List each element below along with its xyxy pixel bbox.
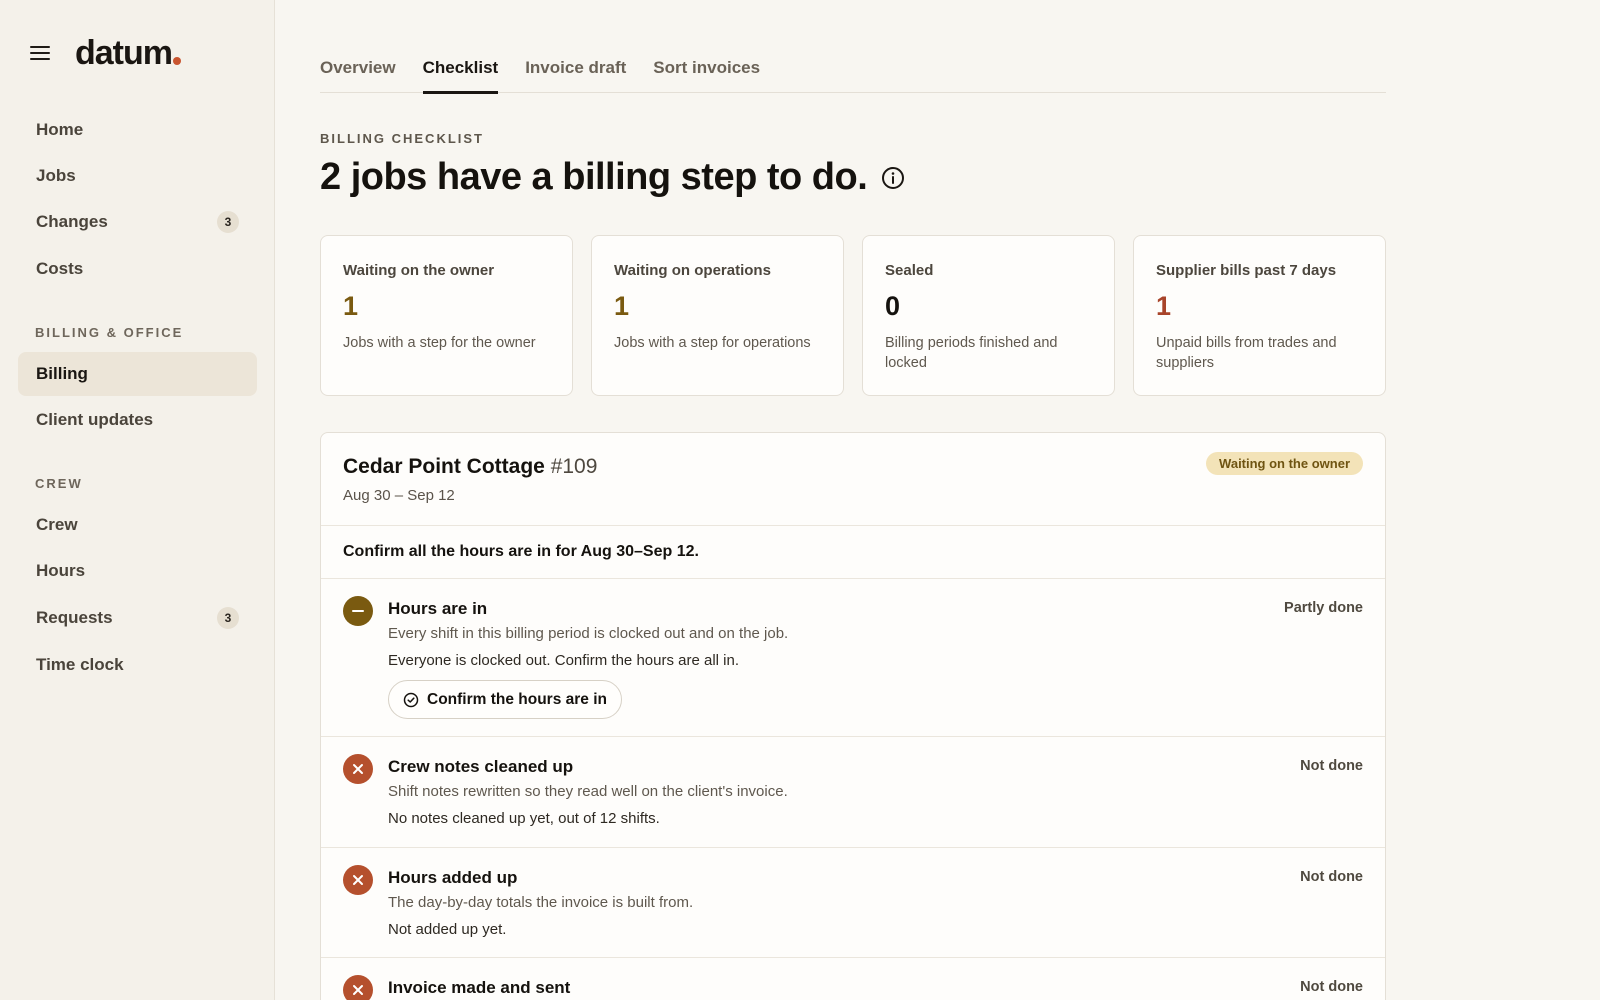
- info-icon[interactable]: [881, 166, 905, 190]
- step-status: Not done: [1300, 979, 1363, 995]
- checklist-step-invoice-sent: Invoice made and sent Not done: [321, 958, 1385, 1000]
- job-number: #109: [550, 455, 598, 478]
- logo-text: datum: [75, 34, 173, 72]
- check-circle-icon: [403, 692, 419, 707]
- sidebar-section-crew: CREW: [35, 476, 83, 491]
- sidebar-item-jobs[interactable]: Jobs: [18, 154, 257, 198]
- step-desc: Shift notes rewritten so they read well …: [388, 783, 788, 800]
- confirm-hours-button[interactable]: Confirm the hours are in: [388, 680, 622, 719]
- x-icon: [343, 865, 373, 895]
- tab-bar: Overview Checklist Invoice draft Sort in…: [320, 50, 1386, 94]
- job-instruction: Confirm all the hours are in for Aug 30–…: [321, 526, 1385, 579]
- logo-dot: [173, 57, 181, 65]
- step-title: Invoice made and sent: [388, 978, 571, 997]
- page-title: 2 jobs have a billing step to do.: [320, 156, 905, 199]
- sidebar-item-label: Crew: [36, 515, 78, 534]
- sidebar-item-label: Costs: [36, 259, 84, 278]
- sidebar-item-client-updates[interactable]: Client updates: [18, 398, 257, 442]
- step-status: Partly done: [1284, 600, 1363, 616]
- x-icon: [343, 975, 373, 1000]
- job-name: Cedar Point Cottage: [343, 455, 545, 478]
- sidebar-item-home[interactable]: Home: [18, 108, 257, 152]
- stat-card-owner[interactable]: Waiting on the owner 1 Jobs with a step …: [320, 235, 573, 396]
- sidebar-item-label: Changes: [36, 212, 108, 231]
- stat-label: Waiting on the owner: [343, 262, 495, 279]
- step-desc: The day-by-day totals the invoice is bui…: [388, 894, 694, 911]
- sidebar-item-label: Billing: [36, 364, 88, 383]
- stat-card-sealed[interactable]: Sealed 0 Billing periods finished and lo…: [862, 235, 1115, 396]
- tab-overview[interactable]: Overview: [320, 50, 396, 93]
- step-title: Crew notes cleaned up: [388, 757, 574, 776]
- button-label: Confirm the hours are in: [427, 690, 607, 708]
- tab-sort-invoices[interactable]: Sort invoices: [653, 50, 760, 93]
- sidebar-item-crew[interactable]: Crew: [18, 503, 257, 547]
- stat-card-operations[interactable]: Waiting on operations 1 Jobs with a step…: [591, 235, 844, 396]
- sidebar-section-billing: BILLING & OFFICE: [35, 325, 184, 340]
- page-title-text: 2 jobs have a billing step to do.: [320, 156, 868, 198]
- checklist-step-hours-added: Hours added up The day-by-day totals the…: [321, 848, 1385, 958]
- requests-count-badge: 3: [217, 607, 239, 629]
- step-note: No notes cleaned up yet, out of 12 shift…: [388, 810, 660, 827]
- checklist-step-crew-notes: Crew notes cleaned up Shift notes rewrit…: [321, 737, 1385, 848]
- brand: datum: [30, 34, 181, 72]
- stat-label: Waiting on operations: [614, 262, 771, 279]
- step-title: Hours are in: [388, 599, 488, 618]
- stat-value: 1: [343, 291, 359, 321]
- sidebar-item-billing[interactable]: Billing: [18, 352, 257, 396]
- job-title[interactable]: Cedar Point Cottage #109: [343, 455, 597, 479]
- sidebar-item-time-clock[interactable]: Time clock: [18, 643, 257, 687]
- step-status: Not done: [1300, 869, 1363, 885]
- job-card: Cedar Point Cottage #109 Aug 30 – Sep 12…: [320, 432, 1386, 1000]
- stat-value: 1: [614, 291, 630, 321]
- sidebar-item-hours[interactable]: Hours: [18, 549, 257, 593]
- sidebar-item-label: Time clock: [36, 655, 124, 674]
- stat-value: 1: [1156, 291, 1172, 321]
- stat-desc: Billing periods finished and locked: [885, 335, 1058, 371]
- step-note: Everyone is clocked out. Confirm the hou…: [388, 652, 739, 669]
- checklist-step-hours-in: Hours are in Every shift in this billing…: [321, 579, 1385, 737]
- stat-label: Sealed: [885, 262, 934, 279]
- stat-card-supplier-bills[interactable]: Supplier bills past 7 days 1 Unpaid bill…: [1133, 235, 1386, 396]
- sidebar-item-label: Jobs: [36, 166, 76, 185]
- sidebar-item-costs[interactable]: Costs: [18, 247, 257, 291]
- job-header: Cedar Point Cottage #109 Aug 30 – Sep 12…: [321, 433, 1385, 526]
- step-note: Not added up yet.: [388, 921, 507, 938]
- sidebar-item-requests[interactable]: Requests 3: [18, 596, 257, 640]
- changes-count-badge: 3: [217, 211, 239, 233]
- minus-icon: [343, 596, 373, 626]
- stat-desc: Jobs with a step for operations: [614, 335, 811, 351]
- sidebar-item-label: Requests: [36, 608, 113, 627]
- stat-value: 0: [885, 291, 901, 321]
- sidebar-item-label: Home: [36, 120, 84, 139]
- sidebar-item-label: Hours: [36, 561, 86, 580]
- status-badge: Waiting on the owner: [1206, 452, 1363, 475]
- sidebar: datum Home Jobs Changes 3 Costs BILLING &…: [0, 0, 275, 1000]
- step-title: Hours added up: [388, 868, 518, 887]
- stat-label: Supplier bills past 7 days: [1156, 262, 1337, 279]
- page-eyebrow: BILLING CHECKLIST: [320, 131, 484, 146]
- stat-desc: Jobs with a step for the owner: [343, 335, 536, 351]
- job-dates: Aug 30 – Sep 12: [343, 487, 455, 504]
- sidebar-item-changes[interactable]: Changes 3: [18, 200, 257, 244]
- sidebar-item-label: Client updates: [36, 410, 154, 429]
- stat-desc: Unpaid bills from trades and suppliers: [1156, 335, 1337, 371]
- logo[interactable]: datum: [75, 34, 181, 72]
- tab-checklist[interactable]: Checklist: [422, 50, 498, 94]
- x-icon: [343, 754, 373, 784]
- step-status: Not done: [1300, 758, 1363, 774]
- menu-icon[interactable]: [30, 45, 50, 61]
- step-desc: Every shift in this billing period is cl…: [388, 625, 789, 642]
- tab-invoice-draft[interactable]: Invoice draft: [525, 50, 626, 93]
